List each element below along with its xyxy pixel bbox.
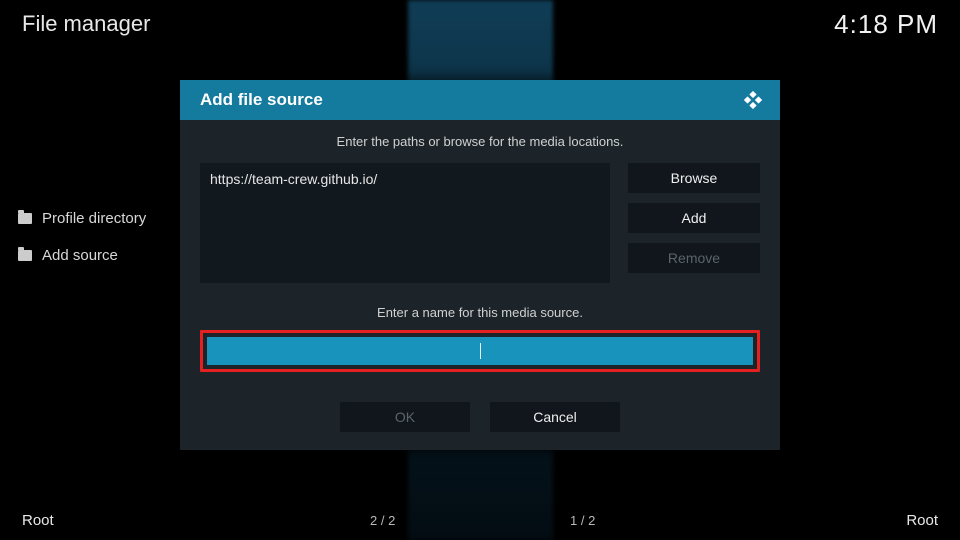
sidebar-item-profile-dir[interactable]: Profile directory (14, 200, 184, 237)
ok-button: OK (340, 402, 470, 432)
source-name-input[interactable] (207, 337, 753, 365)
dialog-header: Add file source (180, 80, 780, 120)
kodi-logo-icon (742, 89, 764, 111)
page-title: File manager (22, 11, 150, 37)
remove-button: Remove (628, 243, 760, 273)
browse-button[interactable]: Browse (628, 163, 760, 193)
root-label-right: Root (906, 512, 938, 529)
clock: 4:18 PM (834, 9, 938, 40)
paths-list[interactable]: https://team-crew.github.io/ (200, 163, 610, 283)
cancel-button[interactable]: Cancel (490, 402, 620, 432)
pager-right: 1 / 2 (570, 513, 595, 528)
bottom-bar: Root 2 / 2 1 / 2 Root (0, 500, 960, 540)
path-entry[interactable]: https://team-crew.github.io/ (210, 171, 600, 187)
add-button[interactable]: Add (628, 203, 760, 233)
pager-left: 2 / 2 (370, 513, 395, 528)
highlight-frame (200, 330, 760, 372)
sidebar-item-add-source[interactable]: Add source (14, 237, 184, 274)
add-file-source-dialog: Add file source Enter the paths or brows… (180, 80, 780, 450)
folder-icon (18, 213, 32, 224)
top-bar: File manager 4:18 PM (0, 0, 960, 48)
paths-hint: Enter the paths or browse for the media … (200, 134, 760, 149)
sidebar-item-label: Add source (42, 247, 118, 264)
root-label-left: Root (22, 512, 54, 529)
folder-icon (18, 250, 32, 261)
sidebar: Profile directory Add source (14, 200, 184, 274)
name-hint: Enter a name for this media source. (200, 305, 760, 320)
sidebar-item-label: Profile directory (42, 210, 146, 227)
dialog-title: Add file source (200, 90, 323, 110)
